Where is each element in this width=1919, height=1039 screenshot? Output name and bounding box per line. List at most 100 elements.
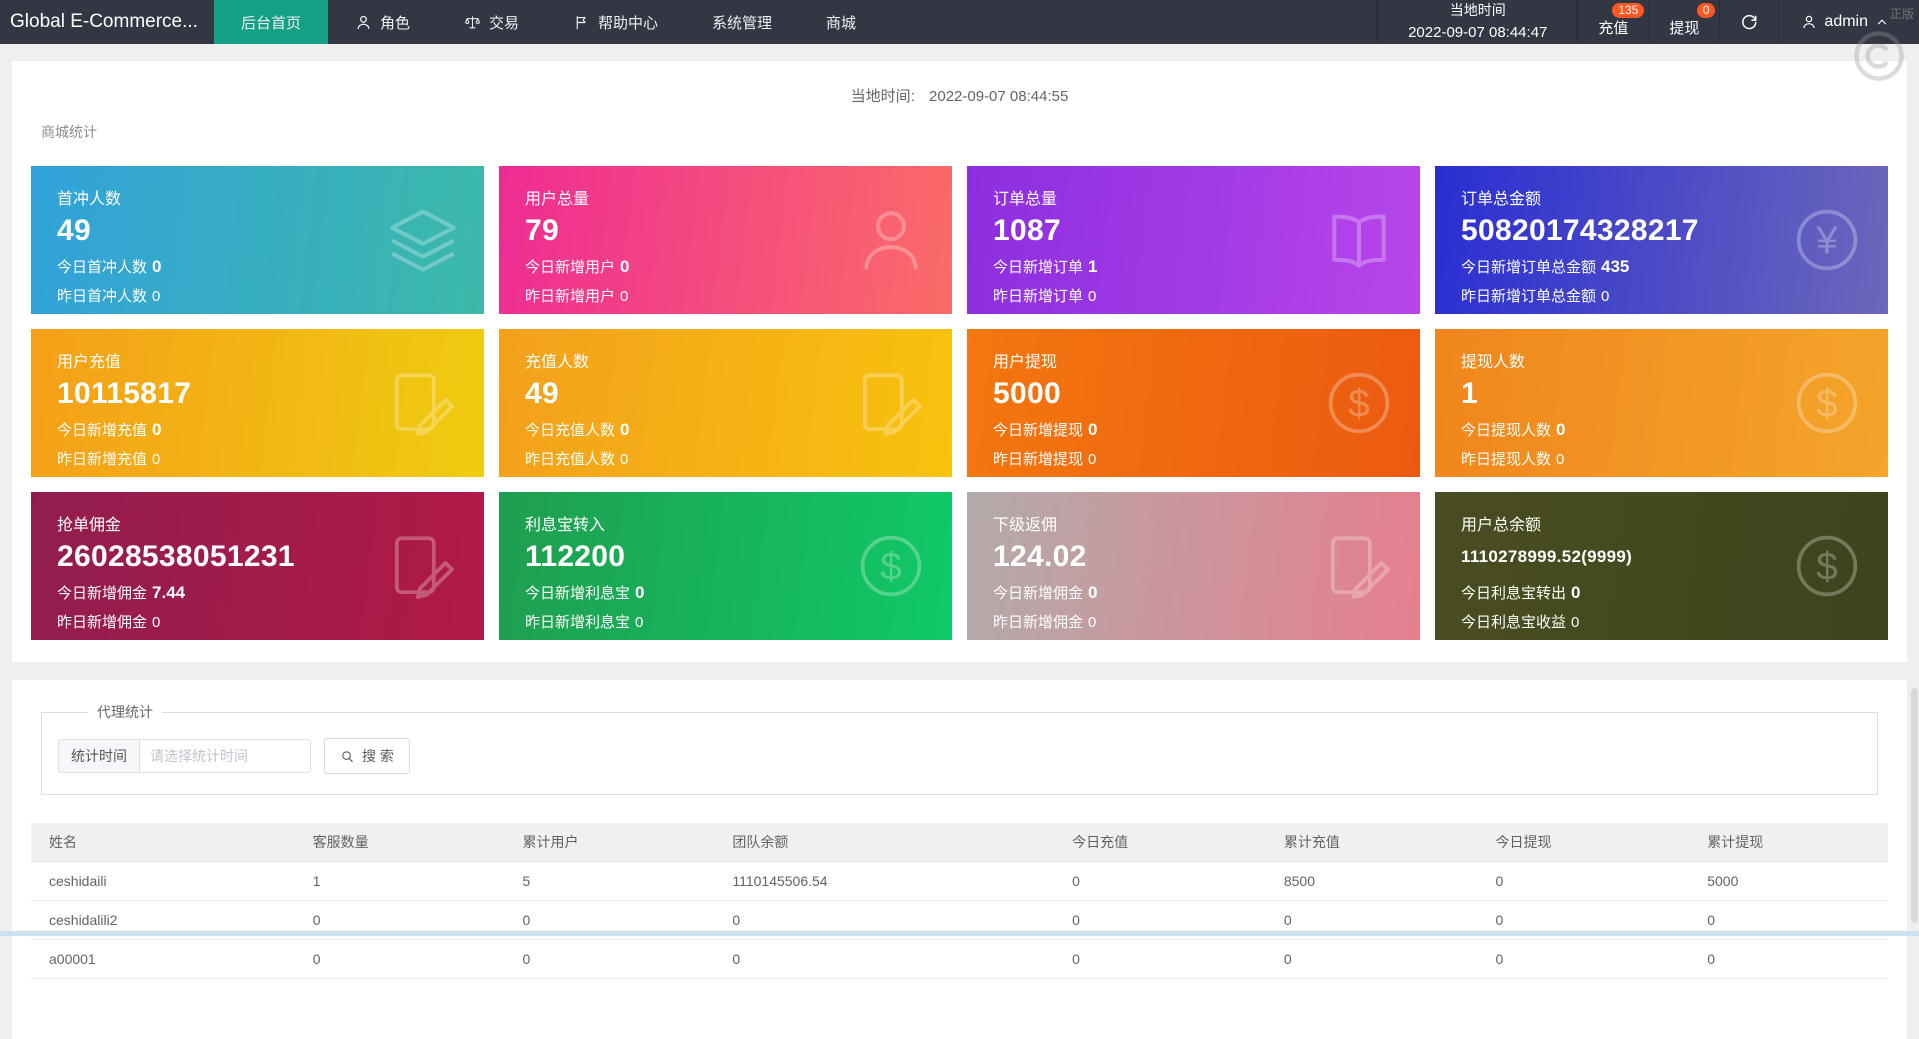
stat-card: 提现人数 1 今日提现人数 0 昨日提现人数 0 $	[1435, 329, 1888, 477]
edit-note-icon	[854, 366, 928, 440]
user-icon	[1801, 14, 1817, 30]
nav-item-label: 角色	[379, 14, 410, 32]
card-yesterday-line: 昨日新增提现 0	[993, 451, 1097, 468]
stat-card: 首冲人数 49 今日首冲人数 0 昨日首冲人数 0	[31, 166, 484, 314]
table-cell: 0	[1477, 939, 1690, 979]
nav-item-0[interactable]: 后台首页	[213, 0, 328, 44]
nav-item-2[interactable]: 交易	[437, 0, 546, 44]
table-cell: 1110145506.54	[714, 861, 1055, 901]
table-cell: 1	[294, 861, 505, 901]
filter-row: 统计时间 搜 索	[58, 738, 1861, 774]
nav-item-label: 帮助中心	[598, 14, 659, 32]
nav-item-3[interactable]: 帮助中心	[546, 0, 685, 44]
table-cell: 5000	[1689, 861, 1888, 901]
top-navbar: Global E-Commerce... 后台首页 角色 交易 帮助中心 系统管理 商城 …	[0, 0, 1919, 44]
table-cell: 0	[714, 939, 1055, 979]
user-icon	[854, 203, 928, 277]
stat-card: 订单总金额 50820174328217 今日新增订单总金额 435 昨日新增订单总金额…	[1435, 166, 1888, 314]
table-cell: a00001	[31, 939, 295, 979]
table-header-cell: 姓名	[31, 823, 295, 862]
mall-stats-panel: 当地时间: 2022-09-07 08:44:55 商城统计 首冲人数 49 今日首…	[12, 61, 1907, 662]
nav-item-label: 商城	[826, 14, 857, 32]
stat-cards-grid: 首冲人数 49 今日首冲人数 0 昨日首冲人数 0 用户总量 79 今日新增用户 0 昨日新增用户 0…	[31, 166, 1888, 640]
stat-card: 抢单佣金 26028538051231 今日新增佣金 7.44 昨日新增佣金 0	[31, 492, 484, 640]
copyright-watermark-icon	[1849, 26, 1909, 86]
agent-stats-panel: 代理统计 统计时间 搜 索 姓名客服数量累计用户团队余额今日充值累计充值今日提现…	[12, 680, 1907, 1039]
card-yesterday-line: 昨日新增订单总金额 0	[1461, 288, 1610, 305]
table-cell: ceshidaili	[31, 861, 295, 901]
card-yesterday-line: 昨日充值人数 0	[525, 451, 629, 468]
card-yesterday-line: 昨日新增利息宝 0	[525, 614, 644, 631]
horizontal-scrollbar[interactable]	[0, 931, 1919, 936]
stat-time-label: 统计时间	[58, 739, 139, 773]
agent-stats-fieldset: 代理统计 统计时间 搜 索	[41, 702, 1878, 795]
card-yesterday-line: 昨日提现人数 0	[1461, 451, 1565, 468]
stat-card: 订单总量 1087 今日新增订单 1 昨日新增订单 0	[967, 166, 1420, 314]
dollar-circle-icon: $	[1790, 366, 1864, 440]
flag-icon	[573, 14, 590, 31]
stat-time-input-group: 统计时间	[58, 739, 311, 773]
table-cell: 0	[1689, 939, 1888, 979]
recharge-button[interactable]: 充值 135	[1578, 0, 1650, 44]
search-button[interactable]: 搜 索	[324, 738, 410, 774]
yen-circle-icon: ¥	[1790, 203, 1864, 277]
dollar-circle-icon: $	[854, 529, 928, 603]
refresh-icon[interactable]	[1720, 0, 1780, 44]
agent-table-header-row: 姓名 客服数量 累计用户 团队余额 今日充值 累计充值 今日提现 累计提现	[31, 823, 1888, 862]
nav-item-5[interactable]: 商城	[799, 0, 883, 44]
table-header-cell: 团队余额	[714, 823, 1055, 862]
vertical-scrollbar[interactable]	[1911, 688, 1918, 923]
stat-card: 下级返佣 124.02 今日新增佣金 0 昨日新增佣金 0	[967, 492, 1420, 640]
svg-text:¥: ¥	[1815, 220, 1838, 263]
edit-note-icon	[386, 529, 460, 603]
table-cell: 0	[1265, 939, 1478, 979]
withdraw-badge: 0	[1696, 3, 1716, 18]
local-time-value: 2022-09-07 08:44:47	[1408, 24, 1548, 42]
withdraw-label: 提现	[1669, 19, 1700, 37]
card-yesterday-line: 昨日新增用户 0	[525, 288, 629, 305]
stat-card: 用户总余额 1110278999.52(9999) 今日利息宝转出 0 今日利息宝收益 0…	[1435, 492, 1888, 640]
search-icon	[340, 749, 355, 764]
withdraw-button[interactable]: 提现 0	[1649, 0, 1721, 44]
layers-icon	[386, 203, 460, 277]
search-button-label: 搜 索	[362, 748, 394, 764]
stat-card: 用户充值 10115817 今日新增充值 0 昨日新增充值 0	[31, 329, 484, 477]
card-yesterday-line: 昨日新增佣金 0	[57, 614, 161, 631]
app-logo: Global E-Commerce...	[10, 11, 198, 32]
dollar-circle-icon: $	[1790, 529, 1864, 603]
nav-item-label: 后台首页	[240, 14, 301, 32]
local-time-label: 当地时间	[1449, 1, 1506, 18]
svg-text:$: $	[1348, 383, 1369, 426]
table-header-cell: 今日充值	[1054, 823, 1266, 862]
dollar-circle-icon: $	[1322, 366, 1396, 440]
page-local-time-value: 2022-09-07 08:44:55	[929, 88, 1069, 105]
table-cell: 0	[1054, 861, 1266, 901]
person-icon	[355, 14, 372, 31]
stat-time-input[interactable]	[139, 739, 311, 773]
svg-text:$: $	[880, 546, 901, 589]
edit-note-icon	[1322, 529, 1396, 603]
local-time-block: 当地时间 2022-09-07 08:44:47	[1377, 0, 1579, 44]
nav-item-label: 交易	[488, 14, 519, 32]
table-cell: 0	[294, 939, 505, 979]
table-header-cell: 客服数量	[294, 823, 505, 862]
watermark-text: 正版	[1889, 7, 1914, 21]
table-header-cell: 累计用户	[504, 823, 715, 862]
table-cell: 0	[1477, 861, 1690, 901]
nav-item-4[interactable]: 系统管理	[685, 0, 799, 44]
recharge-badge: 135	[1612, 3, 1645, 18]
page-local-time-label: 当地时间:	[850, 88, 915, 105]
table-header-cell: 今日提现	[1477, 823, 1690, 862]
nav-item-1[interactable]: 角色	[328, 0, 437, 44]
stat-card: 充值人数 49 今日充值人数 0 昨日充值人数 0	[499, 329, 952, 477]
table-row: ceshidaili 1 5 1110145506.54 0 8500 0 5000	[31, 861, 1888, 901]
book-icon	[1322, 203, 1396, 277]
main-menu: 后台首页 角色 交易 帮助中心 系统管理 商城	[213, 0, 883, 44]
nav-item-label: 系统管理	[712, 14, 773, 32]
card-yesterday-line: 昨日首冲人数 0	[57, 288, 161, 305]
table-header-cell: 累计充值	[1265, 823, 1478, 862]
navbar-right: 当地时间 2022-09-07 08:44:47 充值 135 提现 0 adm…	[1377, 0, 1919, 44]
scales-icon	[464, 14, 481, 31]
table-cell: 0	[1054, 939, 1266, 979]
table-row: a00001 0 0 0 0 0 0 0	[31, 939, 1888, 979]
